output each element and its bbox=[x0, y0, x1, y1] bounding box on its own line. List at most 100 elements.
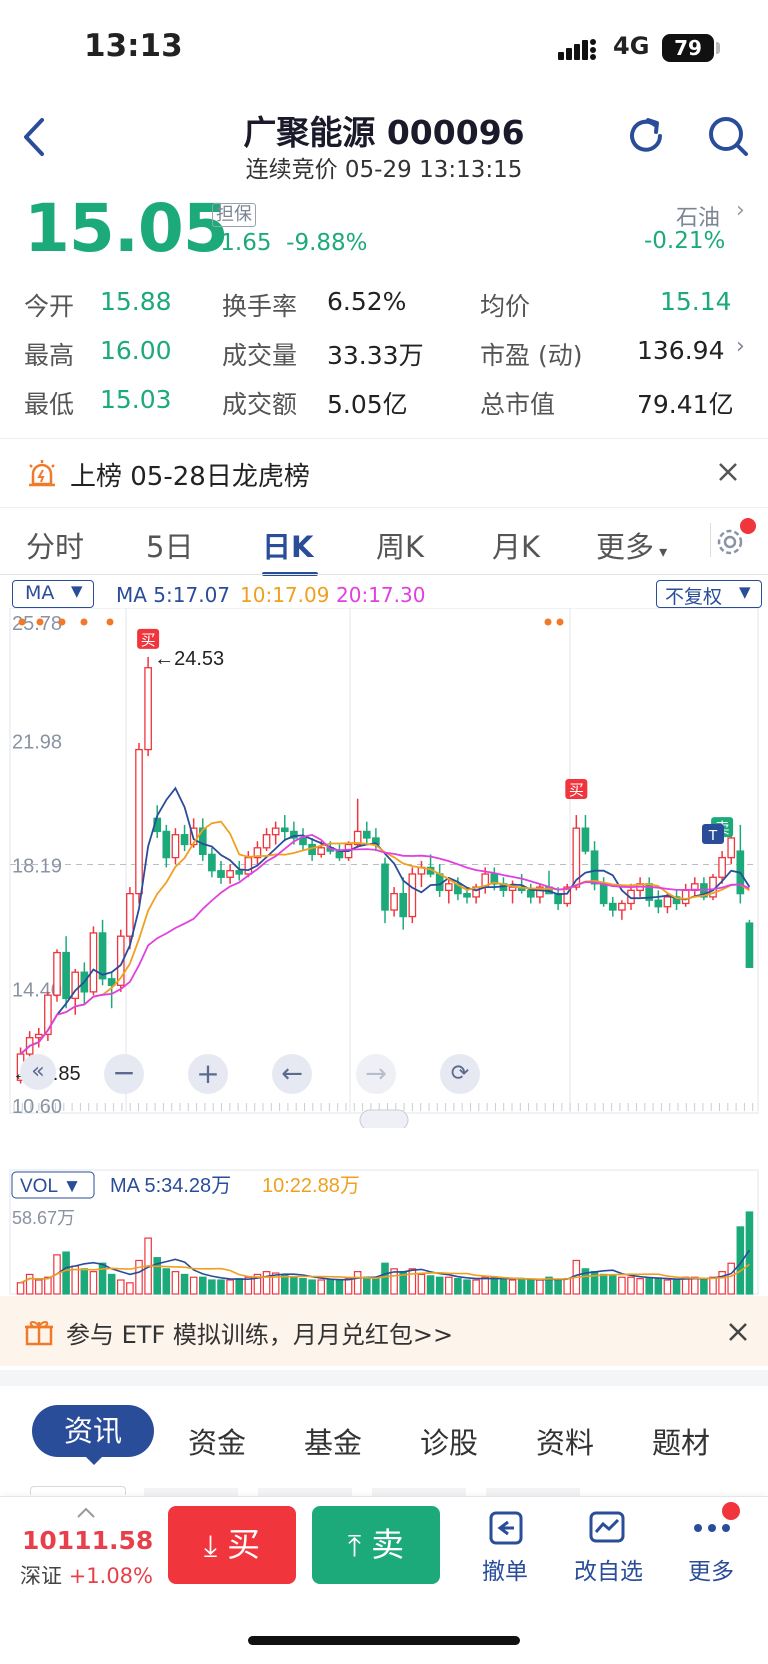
rotate-button[interactable]: ⟳ bbox=[440, 1054, 480, 1094]
stat-label: 换手率 bbox=[222, 292, 298, 321]
volume-bar bbox=[335, 1279, 344, 1295]
candle-body bbox=[362, 830, 371, 839]
tab-daily-k[interactable]: 日K bbox=[262, 524, 313, 566]
stat-value[interactable]: 136.94 bbox=[637, 336, 724, 365]
volume-bar bbox=[98, 1262, 107, 1295]
watchlist-label[interactable]: 改自选 bbox=[574, 1552, 643, 1586]
x-tick-label: 2025-02-14 bbox=[8, 1126, 106, 1128]
volume-bar bbox=[599, 1273, 608, 1295]
candle-body bbox=[226, 870, 234, 878]
pan-right-button[interactable]: → bbox=[356, 1054, 396, 1094]
candle-body bbox=[581, 827, 590, 852]
volume-bar bbox=[116, 1279, 125, 1295]
sector-change[interactable]: -0.21% bbox=[644, 228, 725, 254]
tab-theme[interactable]: 题材 bbox=[652, 1420, 710, 1462]
volume-bar bbox=[554, 1279, 562, 1295]
tab-fund[interactable]: 基金 bbox=[304, 1420, 362, 1462]
pan-left-button[interactable]: ← bbox=[272, 1054, 312, 1094]
tab-diagnosis[interactable]: 诊股 bbox=[420, 1420, 478, 1462]
candle-body bbox=[599, 883, 608, 905]
index-value[interactable]: 10111.58 bbox=[22, 1526, 153, 1555]
tab-profile[interactable]: 资料 bbox=[536, 1420, 594, 1462]
refresh-icon bbox=[630, 118, 662, 152]
chevron-right-icon[interactable]: › bbox=[736, 198, 745, 223]
volume-bar bbox=[208, 1279, 216, 1295]
candle-body bbox=[271, 827, 280, 836]
news-placeholder bbox=[144, 1488, 238, 1496]
kline-chart[interactable]: 25.7821.9818.1914.4010.60←24.53←11.85买买卖… bbox=[0, 608, 768, 1128]
revoke-order-button[interactable] bbox=[488, 1510, 524, 1550]
chevron-right-icon[interactable]: › bbox=[736, 334, 745, 359]
close-promo-button[interactable] bbox=[726, 1320, 750, 1348]
candle-body bbox=[262, 834, 271, 849]
sell-button[interactable]: ⤒ 卖 bbox=[312, 1506, 440, 1584]
volume-bar bbox=[34, 1279, 43, 1295]
candle-body bbox=[727, 837, 736, 859]
stat-value: 5.05亿 bbox=[327, 390, 408, 419]
zoom-out-button[interactable]: − bbox=[104, 1054, 144, 1094]
volume-chart[interactable]: VOL ▼ MA 5:34.28万 10:22.88万 58.67万 bbox=[0, 1168, 768, 1296]
tab-more-label: 更多 bbox=[596, 530, 655, 564]
ma-selector[interactable]: MA ▼ bbox=[12, 580, 94, 608]
stat-label[interactable]: 市盈 (动) bbox=[480, 336, 582, 372]
volume-bar bbox=[426, 1275, 435, 1295]
candle-body bbox=[390, 892, 398, 911]
chevron-up-icon[interactable] bbox=[76, 1504, 96, 1523]
tab-news[interactable]: 资讯 bbox=[32, 1405, 154, 1457]
news-placeholder bbox=[30, 1486, 126, 1495]
ma-selector-label: MA bbox=[25, 582, 55, 604]
candle-body bbox=[681, 889, 690, 905]
adjust-selector[interactable]: 不复权 ▼ bbox=[656, 580, 762, 608]
y-tick-label: 21.98 bbox=[12, 731, 62, 753]
buy-arrow-icon: ⤓ bbox=[203, 1529, 218, 1564]
tab-5day[interactable]: 5日 bbox=[146, 524, 193, 566]
gift-icon bbox=[24, 1316, 54, 1350]
candle-body bbox=[317, 847, 326, 856]
ma20-label: 20:17.30 bbox=[336, 583, 426, 607]
search-button[interactable] bbox=[706, 114, 750, 158]
event-dot bbox=[106, 618, 114, 626]
tab-more[interactable]: 更多 ▾ bbox=[596, 524, 667, 566]
zoom-in-button[interactable]: + bbox=[188, 1054, 228, 1094]
candle-body bbox=[208, 853, 216, 872]
candle-body bbox=[663, 896, 672, 908]
close-banner-button[interactable] bbox=[716, 460, 740, 488]
more-menu-button[interactable] bbox=[692, 1516, 732, 1544]
tab-weekly-k[interactable]: 周K bbox=[376, 524, 424, 566]
tab-monthly-k[interactable]: 月K bbox=[492, 524, 540, 566]
status-time: 13:13 bbox=[84, 28, 183, 64]
candle-body bbox=[444, 883, 453, 892]
stat-label: 总市值 bbox=[480, 390, 556, 419]
active-tab-pointer bbox=[84, 1455, 104, 1465]
event-dot bbox=[80, 618, 88, 626]
last-price: 15.05 bbox=[24, 190, 229, 267]
dragon-tiger-text[interactable]: 上榜 05-28日龙虎榜 bbox=[70, 456, 310, 493]
edit-watchlist-button[interactable] bbox=[588, 1510, 628, 1550]
revoke-label[interactable]: 撤单 bbox=[482, 1552, 528, 1586]
volume-bar bbox=[235, 1278, 244, 1295]
volume-bar bbox=[353, 1271, 362, 1295]
volume-bar bbox=[526, 1279, 535, 1295]
battery-tip bbox=[716, 42, 720, 54]
promo-text[interactable]: 参与 ETF 模拟训练，月月兑红包>> bbox=[66, 1315, 453, 1350]
tab-funds[interactable]: 资金 bbox=[188, 1420, 246, 1462]
sell-arrow-icon: ⤒ bbox=[347, 1529, 362, 1564]
volume-bar bbox=[517, 1279, 526, 1295]
candle-body bbox=[399, 892, 408, 918]
buy-button[interactable]: ⤓ 买 bbox=[168, 1506, 296, 1584]
index-info[interactable]: 深证 +1.08% bbox=[20, 1560, 153, 1590]
tab-intraday[interactable]: 分时 bbox=[26, 524, 84, 566]
refresh-button[interactable] bbox=[626, 114, 668, 158]
volume-bar bbox=[126, 1282, 134, 1295]
candle-body bbox=[135, 748, 143, 895]
zoom-reset-button[interactable]: « bbox=[20, 1054, 56, 1090]
volume-bar bbox=[80, 1268, 89, 1295]
more-dots-icon bbox=[694, 1524, 730, 1532]
volume-bar bbox=[408, 1268, 417, 1295]
signal-marker-label: 买 bbox=[569, 782, 584, 799]
candle-body bbox=[463, 892, 471, 898]
volume-bar bbox=[536, 1279, 544, 1295]
more-label[interactable]: 更多 bbox=[688, 1552, 734, 1586]
volume-bar bbox=[608, 1275, 617, 1295]
event-dot bbox=[58, 618, 66, 626]
